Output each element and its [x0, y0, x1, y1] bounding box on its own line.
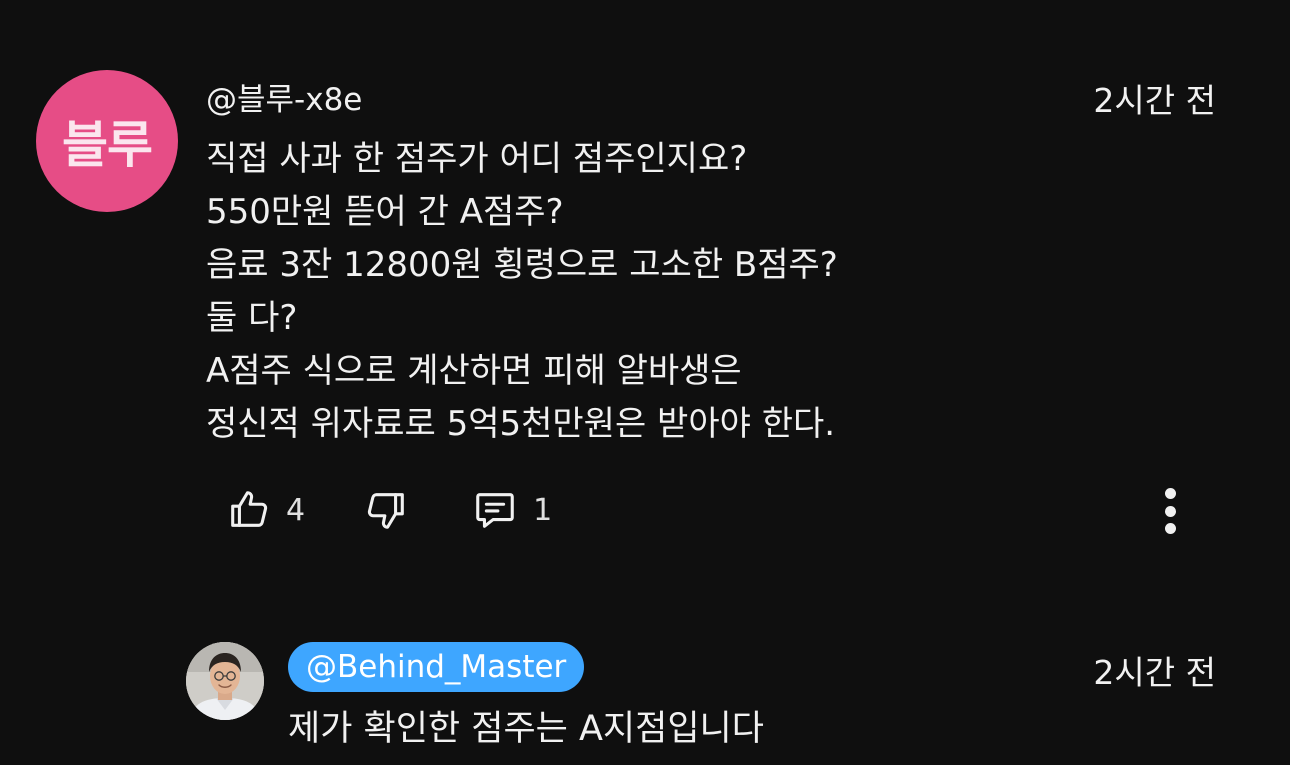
comment-text-line: A점주 식으로 계산하면 피해 알바생은: [206, 351, 742, 391]
like-count: 4: [286, 492, 306, 528]
avatar[interactable]: 블루: [36, 70, 178, 212]
reply-text: 제가 확인한 점주는 A지점입니다: [288, 709, 764, 749]
comment-text: 직접 사과 한 점주가 어디 점주인지요? 550만원 뜯어 간 A점주? 음료…: [206, 133, 1106, 451]
dislike-button[interactable]: [363, 487, 409, 533]
comment-text-line: 550만원 뜯어 간 A점주?: [206, 192, 564, 232]
thumbs-down-icon: [363, 487, 409, 533]
more-vertical-icon-dot: [1164, 505, 1176, 517]
thumbs-up-icon: [226, 487, 272, 533]
reply-avatar[interactable]: [186, 642, 264, 720]
profile-photo-icon: [186, 642, 264, 720]
comment-text-line: 정신적 위자료로 5억5천만원은 받아야 한다.: [206, 404, 836, 444]
avatar-initials: 블루: [62, 116, 153, 174]
more-vertical-icon-dot: [1164, 523, 1176, 534]
reply-button[interactable]: 1: [471, 487, 552, 533]
comment-thread: 블루 @블루-x8e 2시간 전 직접 사과 한 점주가 어디 점주인지요? 5…: [0, 0, 1290, 765]
comment-text-line: 둘 다?: [206, 298, 298, 338]
like-button[interactable]: 4: [226, 487, 305, 533]
more-vertical-icon: [1164, 488, 1176, 499]
comment-timestamp: 2시간 전: [1093, 81, 1216, 120]
reply-author-handle[interactable]: @Behind_Master: [288, 642, 585, 692]
reply-timestamp: 2시간 전: [1093, 653, 1216, 692]
reply-count: 1: [533, 492, 553, 528]
comment-author-handle[interactable]: @블루-x8e: [206, 74, 362, 119]
comment-icon: [471, 487, 519, 533]
comment-actions: 4 1: [226, 484, 552, 536]
more-options-button[interactable]: [1150, 484, 1190, 538]
comment-text-line: 음료 3잔 12800원 횡령으로 고소한 B점주?: [206, 245, 838, 285]
comment-text-line: 직접 사과 한 점주가 어디 점주인지요?: [206, 139, 748, 179]
